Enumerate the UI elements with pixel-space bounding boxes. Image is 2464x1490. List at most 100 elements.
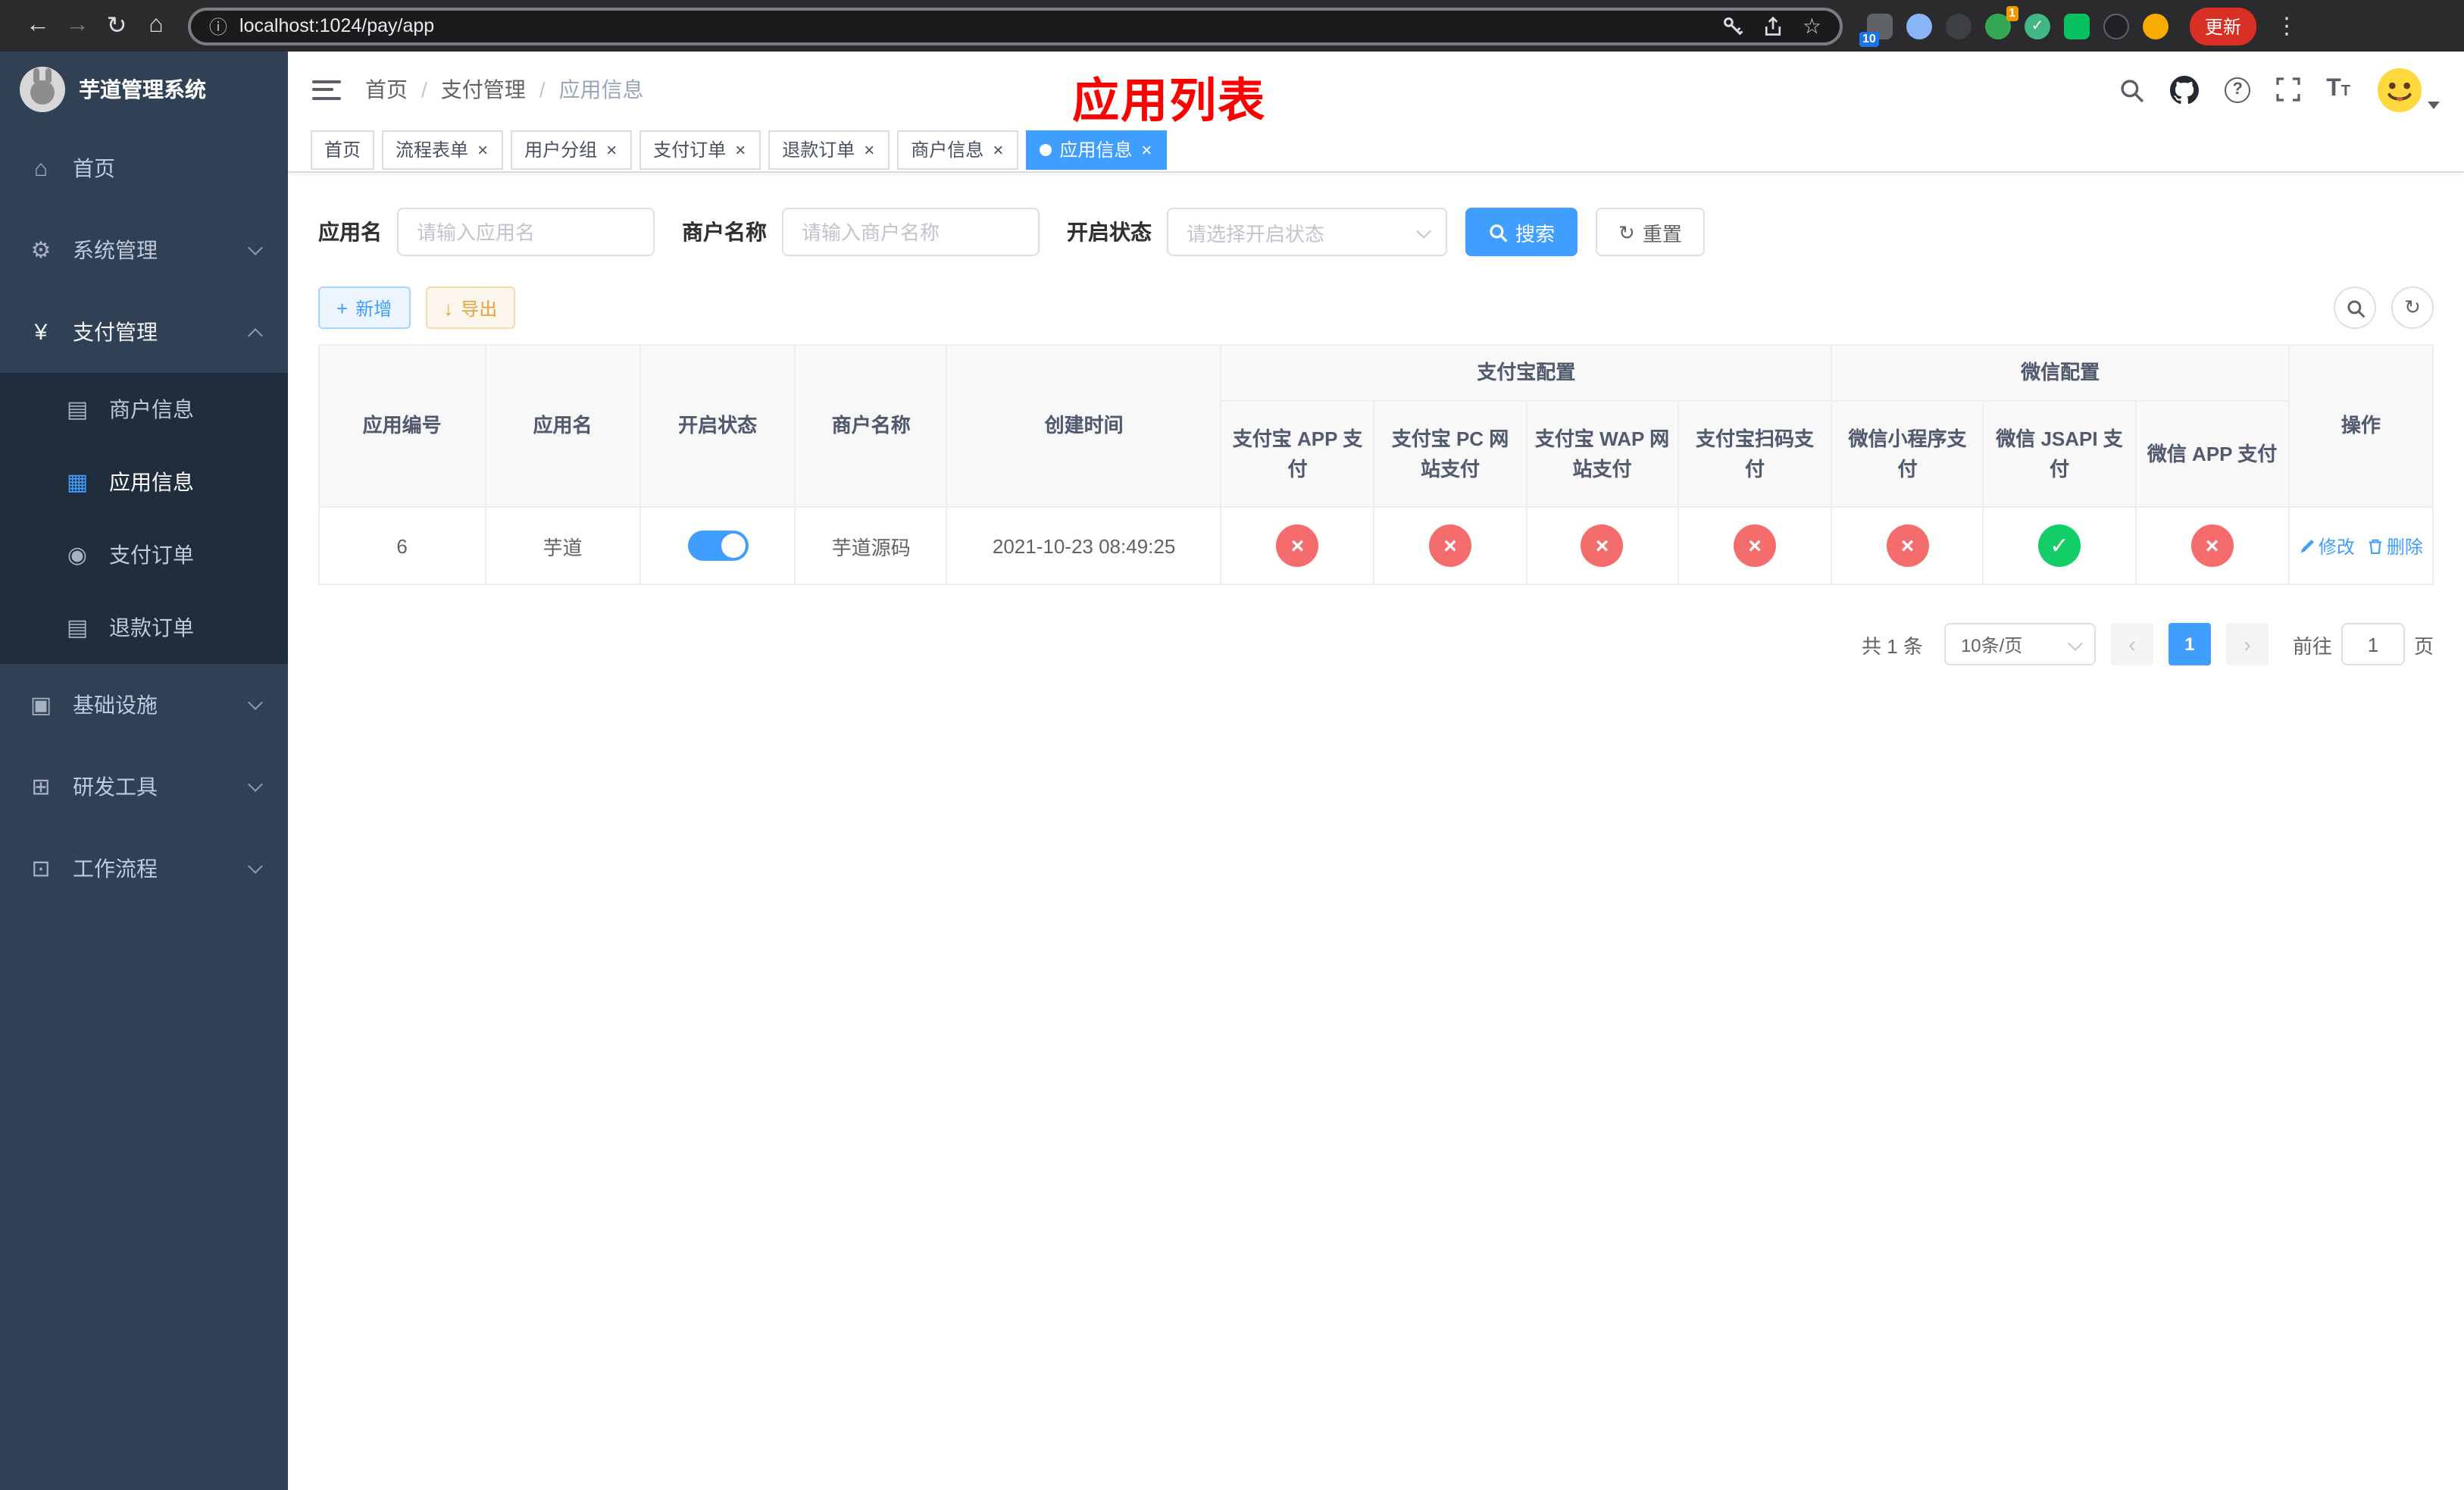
site-info-icon[interactable]: ⓘ (209, 13, 227, 39)
toolbox-icon: ⊞ (31, 775, 51, 800)
cross-icon: × (2190, 524, 2234, 567)
close-icon[interactable]: × (1140, 140, 1153, 158)
page-content: 应用名 商户名称 开启状态 请选择开启状态 搜索 (288, 173, 2464, 1490)
refresh-icon: ↻ (2404, 296, 2421, 318)
tab-user-group[interactable]: 用户分组 × (511, 130, 633, 169)
top-navbar: 首页 / 支付管理 / 应用信息 应用列表 ? TT (288, 52, 2464, 127)
extension-wechat-icon[interactable] (2064, 13, 2090, 39)
plus-icon: + (336, 296, 349, 319)
sidebar-item-payment[interactable]: ¥ 支付管理 (0, 291, 288, 373)
goto-label: 前往 (2292, 634, 2332, 657)
sidebar-item-infrastructure[interactable]: ▣ 基础设施 (0, 664, 288, 746)
sidebar-item-home[interactable]: ⌂ 首页 (0, 127, 288, 209)
app-title: 芋道管理系统 (79, 77, 206, 102)
search-button[interactable]: 搜索 (1465, 208, 1578, 256)
tab-process-form[interactable]: 流程表单 × (382, 130, 504, 169)
delete-link[interactable]: 删除 (2367, 533, 2423, 559)
breadcrumb-payment[interactable]: 支付管理 (441, 74, 526, 105)
sidebar-item-system[interactable]: ⚙ 系统管理 (0, 209, 288, 291)
app-name-input[interactable] (397, 208, 655, 256)
font-size-icon[interactable]: TT (2326, 77, 2350, 102)
browser-update-button[interactable]: 更新 (2190, 7, 2257, 45)
edit-link[interactable]: 修改 (2299, 533, 2355, 559)
reset-button[interactable]: ↻ 重置 (1596, 208, 1705, 256)
extension-badge: 10 (1859, 31, 1879, 46)
chevron-down-icon (248, 240, 263, 255)
bookmark-star-icon[interactable]: ☆ (1803, 13, 1821, 39)
browser-back-button[interactable]: ← (18, 6, 58, 45)
sidebar-item-pay-order[interactable]: ◉ 支付订单 (0, 518, 288, 591)
help-icon[interactable]: ? (2225, 77, 2251, 102)
chevron-up-icon (248, 327, 263, 343)
merchant-name-input[interactable] (782, 208, 1040, 256)
export-button[interactable]: ↓ 导出 (425, 286, 516, 329)
group-wechat-config: 微信配置 (1831, 344, 2290, 402)
user-avatar[interactable] (2376, 66, 2440, 113)
browser-home-button[interactable]: ⌂ (136, 6, 176, 45)
screen: ← → ↻ ⌂ ⓘ localhost:1024/pay/app ☆ 10 1 … (0, 0, 2464, 1490)
toggle-search-button[interactable] (2334, 286, 2376, 329)
sidebar-item-workflow[interactable]: ⊡ 工作流程 (0, 828, 288, 909)
browser-menu-icon[interactable]: ⋮ (2272, 12, 2302, 39)
close-icon[interactable]: × (991, 140, 1005, 158)
share-icon[interactable] (1763, 14, 1784, 37)
close-icon[interactable]: × (605, 140, 618, 158)
tab-refund-order[interactable]: 退款订单 × (768, 130, 890, 169)
sidebar-item-dev-tools[interactable]: ⊞ 研发工具 (0, 746, 288, 828)
goto-page-input[interactable] (2340, 623, 2405, 665)
chevron-down-icon (248, 777, 263, 792)
browser-toolbar: ← → ↻ ⌂ ⓘ localhost:1024/pay/app ☆ 10 1 … (0, 0, 2464, 52)
col-status: 开启状态 (639, 344, 796, 508)
extension-vue-icon[interactable]: ✓ (2025, 13, 2050, 39)
document-icon: ▤ (66, 615, 89, 641)
refresh-table-button[interactable]: ↻ (2391, 286, 2434, 329)
status-select[interactable]: 请选择开启状态 (1167, 208, 1447, 256)
add-button[interactable]: + 新增 (318, 286, 411, 329)
page-1-button[interactable]: 1 (2168, 623, 2211, 665)
prev-page-button[interactable]: ‹ (2110, 623, 2153, 665)
extension-drop-icon[interactable] (1906, 13, 1932, 39)
next-page-button[interactable]: › (2225, 623, 2269, 665)
col-wx-jsapi: 微信 JSAPI 支付 (1982, 400, 2137, 508)
key-icon[interactable] (1722, 14, 1745, 37)
page-size-select[interactable]: 10条/页 (1943, 623, 2096, 665)
breadcrumb: 首页 / 支付管理 / 应用信息 (365, 74, 644, 105)
grid-icon: ▦ (66, 470, 89, 496)
sidebar-toggle-icon[interactable] (312, 80, 341, 99)
sidebar-item-app-info[interactable]: ▦ 应用信息 (0, 446, 288, 518)
app-logo: 芋道管理系统 (0, 52, 288, 127)
tab-home[interactable]: 首页 (311, 130, 375, 169)
col-alipay-app: 支付宝 APP 支付 (1220, 400, 1375, 508)
url-text[interactable]: localhost:1024/pay/app (239, 15, 434, 36)
fullscreen-icon[interactable] (2276, 77, 2300, 102)
github-icon[interactable] (2170, 75, 2200, 104)
col-actions: 操作 (2287, 344, 2434, 508)
col-app-name: 应用名 (484, 344, 641, 508)
table-toolbar: + 新增 ↓ 导出 ↻ (318, 286, 2434, 329)
tab-app-info[interactable]: 应用信息 × (1026, 130, 1168, 169)
search-icon[interactable] (2118, 77, 2144, 102)
address-bar[interactable]: ⓘ localhost:1024/pay/app ☆ (188, 7, 1843, 45)
cross-icon: × (1581, 524, 1624, 567)
tab-merchant-info[interactable]: 商户信息 × (897, 130, 1019, 169)
cell-status (639, 506, 796, 585)
extension-face-icon[interactable] (2143, 13, 2169, 39)
extension-dark-icon[interactable] (1946, 13, 1972, 39)
browser-reload-button[interactable]: ↻ (97, 6, 136, 45)
chevron-down-icon (2068, 636, 2083, 651)
sidebar-item-refund-order[interactable]: ▤ 退款订单 (0, 591, 288, 664)
status-toggle[interactable] (687, 531, 749, 561)
extension-green-icon[interactable]: 1 (1985, 5, 2018, 39)
box-icon: ⊡ (31, 856, 51, 882)
extension-pinwheel-icon[interactable] (2103, 13, 2129, 39)
sidebar-item-merchant-info[interactable]: ▤ 商户信息 (0, 373, 288, 446)
tab-pay-order[interactable]: 支付订单 × (639, 130, 761, 169)
close-icon[interactable]: × (862, 140, 876, 158)
sidebar: 芋道管理系统 ⌂ 首页 ⚙ 系统管理 ¥ 支付管理 ▤ 商户信息 ▦ 应用信息 … (0, 52, 288, 1490)
extension-grid-icon[interactable]: 10 (1859, 13, 1893, 46)
close-icon[interactable]: × (733, 140, 747, 158)
breadcrumb-home[interactable]: 首页 (365, 74, 408, 105)
pagination: 共 1 条 10条/页 ‹ 1 › 前往 页 (318, 623, 2434, 665)
browser-forward-button[interactable]: → (58, 6, 97, 45)
close-icon[interactable]: × (476, 140, 489, 158)
